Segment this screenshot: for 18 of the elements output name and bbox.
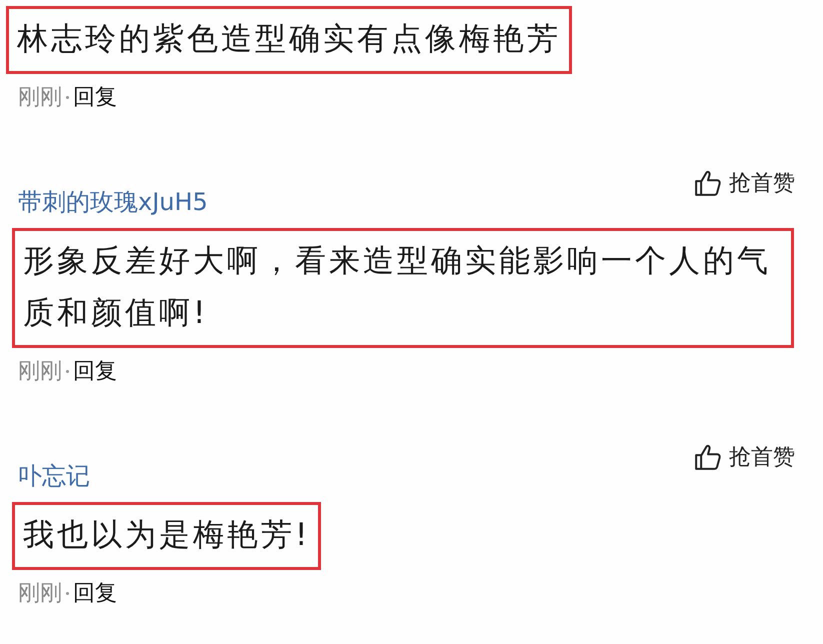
thumbs-up-icon bbox=[693, 442, 723, 472]
reply-link[interactable]: 回复 bbox=[73, 356, 117, 386]
separator-dot bbox=[66, 592, 69, 594]
reply-link[interactable]: 回复 bbox=[73, 82, 117, 112]
thumbs-up-icon bbox=[693, 168, 723, 198]
comment-text: 我也以为是梅艳芳! bbox=[12, 502, 322, 570]
like-button[interactable]: 抢首赞 bbox=[693, 442, 795, 472]
timestamp: 刚刚 bbox=[18, 84, 62, 112]
author-name[interactable]: 带刺的玫瑰xJuH5 bbox=[18, 186, 208, 218]
separator-dot bbox=[66, 370, 69, 372]
timestamp: 刚刚 bbox=[18, 580, 62, 608]
comment-text: 形象反差好大啊，看来造型确实能影响一个人的气质和颜值啊! bbox=[12, 228, 794, 348]
separator-dot bbox=[66, 96, 69, 98]
author-name[interactable]: 卟忘记 bbox=[18, 460, 90, 492]
reply-link[interactable]: 回复 bbox=[73, 578, 117, 608]
like-button[interactable]: 抢首赞 bbox=[693, 168, 795, 198]
comment-text: 林志玲的紫色造型确实有点像梅艳芳 bbox=[6, 6, 572, 74]
timestamp: 刚刚 bbox=[18, 358, 62, 386]
